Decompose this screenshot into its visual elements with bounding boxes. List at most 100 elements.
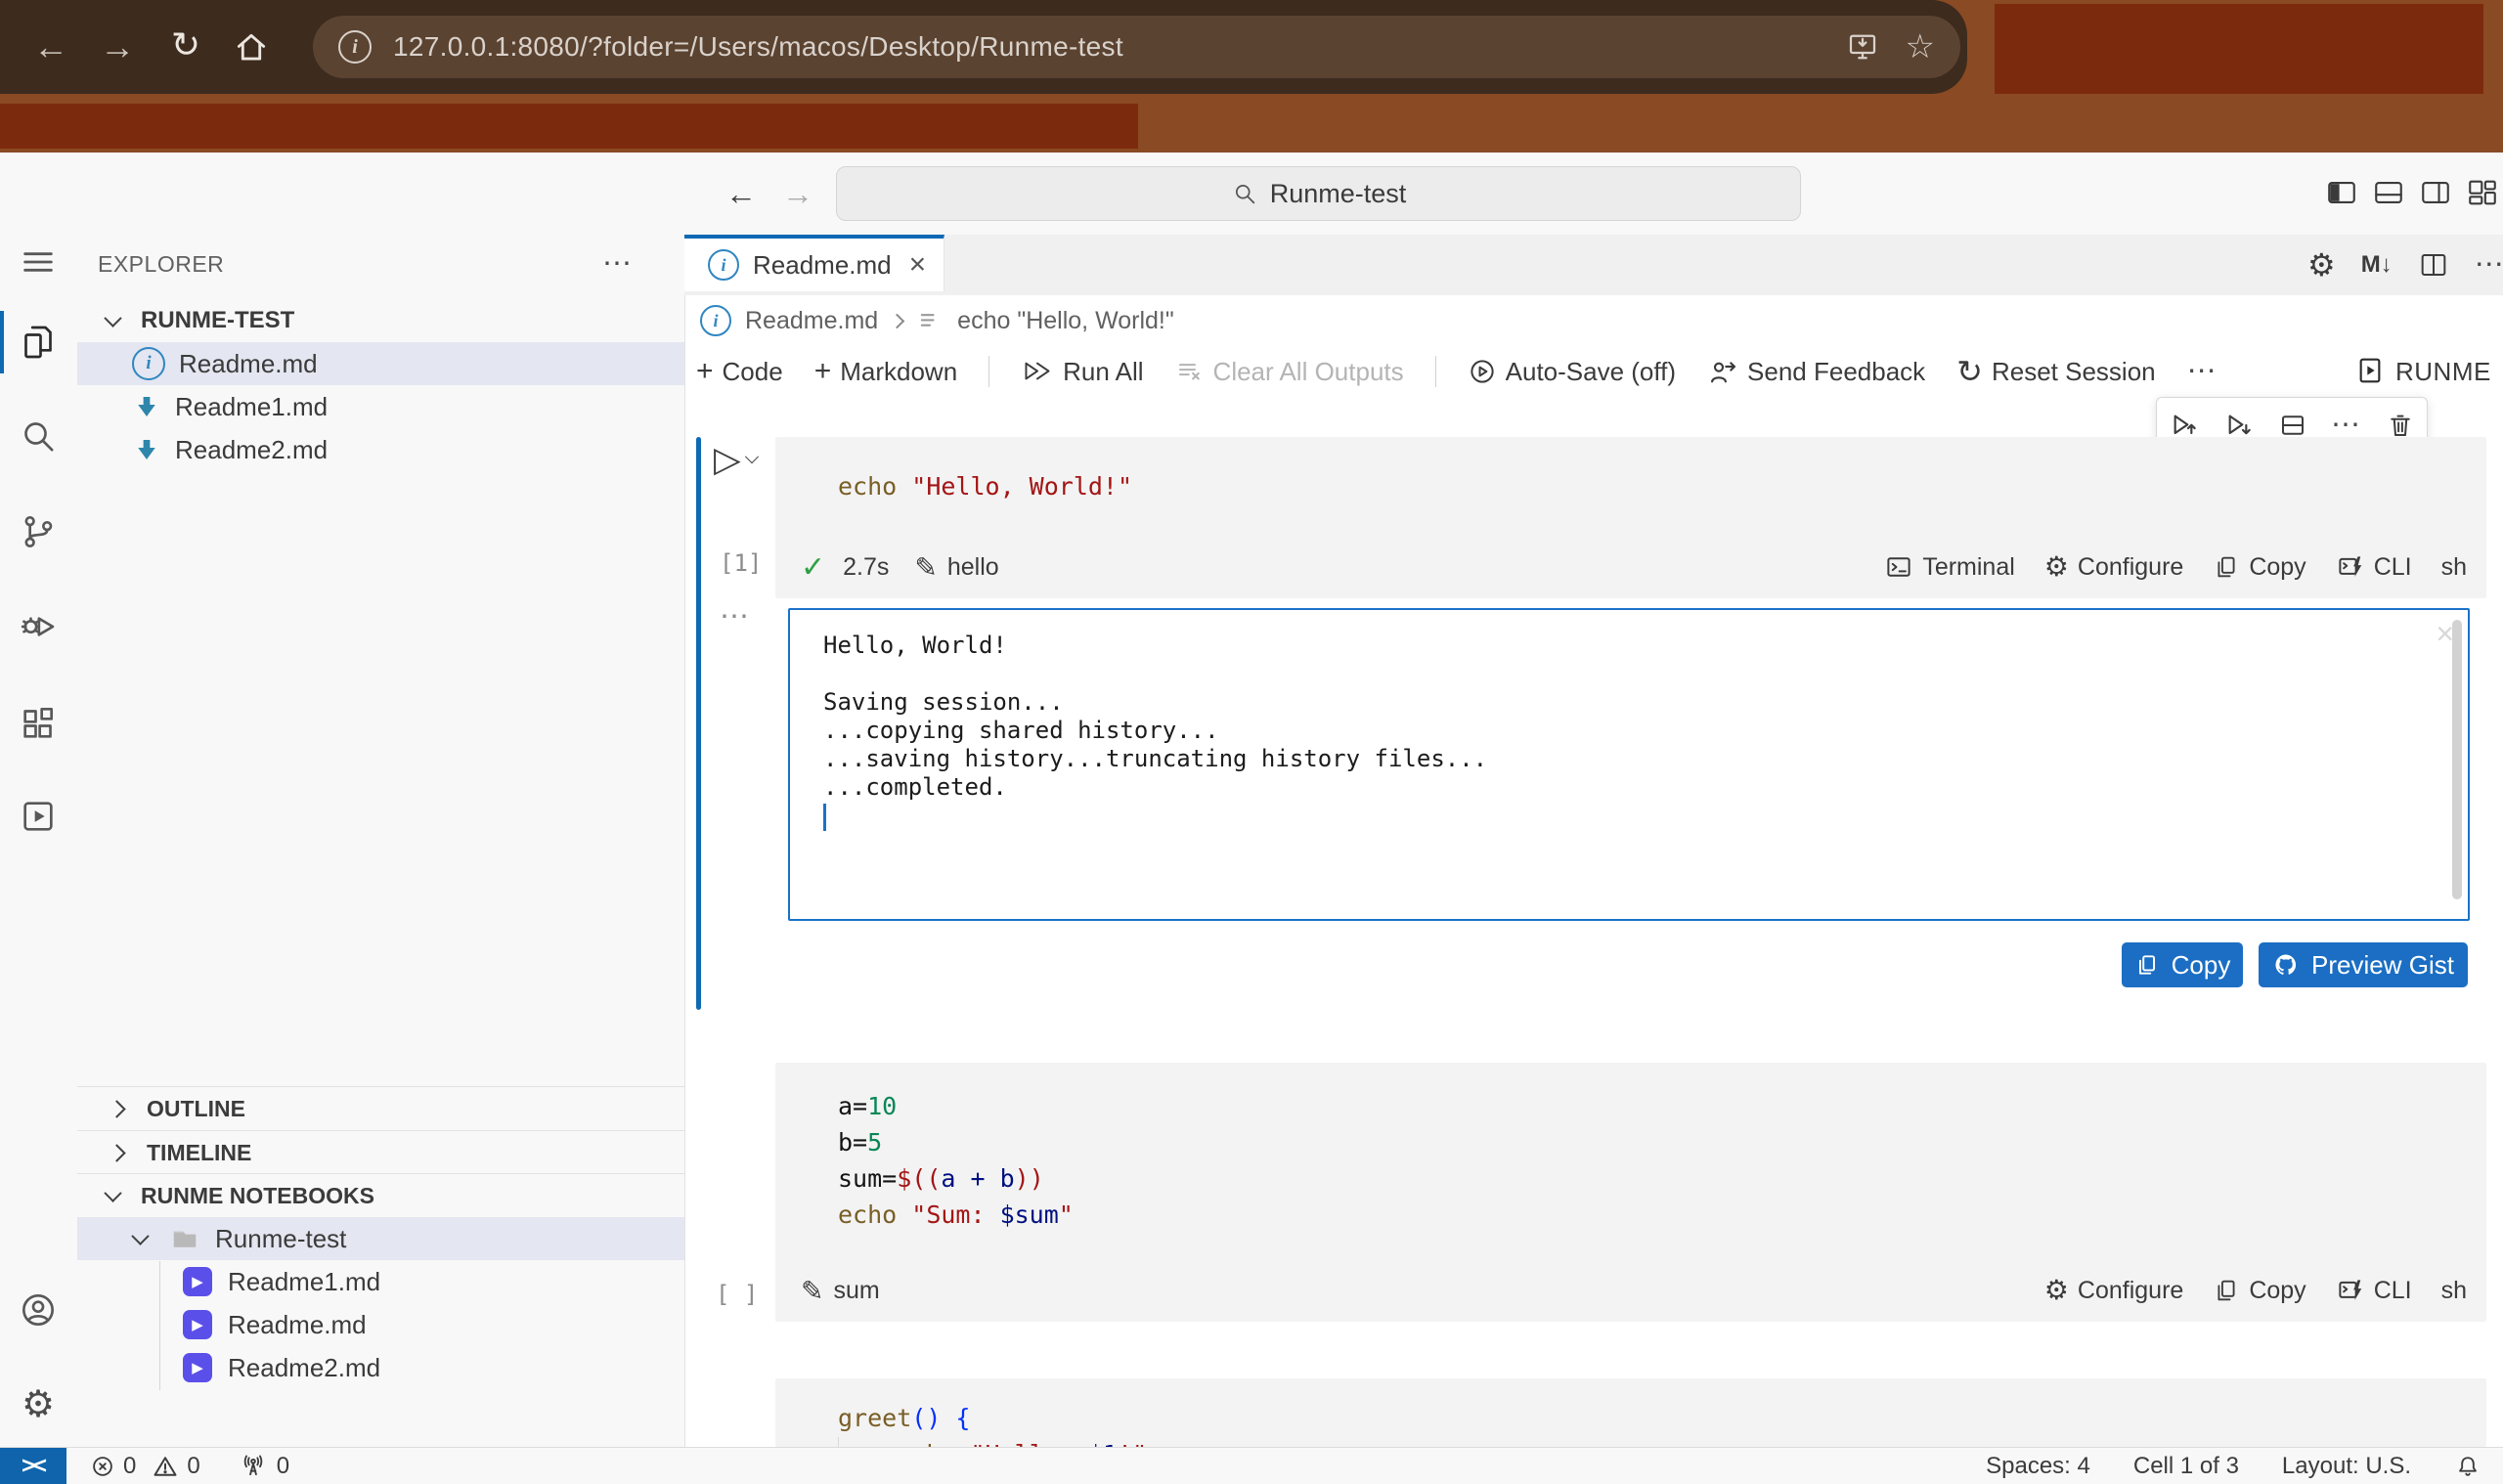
runme-sidebar-icon[interactable] — [19, 797, 58, 836]
explorer-icon[interactable] — [19, 323, 58, 362]
output-line: ...saving history...truncating history f… — [823, 745, 2409, 773]
workspace-root-row[interactable]: RUNME-TEST — [77, 299, 684, 342]
cell-language[interactable]: sh — [2441, 553, 2467, 582]
code-cell-3[interactable]: greet() { echo "Hello, $1!" — [775, 1378, 2486, 1447]
notebook-file-label: Readme2.md — [228, 1353, 380, 1383]
browser-home-button[interactable] — [233, 29, 270, 66]
toggle-panel-icon[interactable] — [2372, 176, 2405, 209]
browser-forward-button[interactable]: → — [96, 25, 139, 68]
breadcrumb-file[interactable]: Readme.md — [745, 307, 878, 335]
copy-action[interactable]: Copy — [2213, 553, 2305, 582]
menu-hamburger-icon[interactable] — [19, 242, 58, 282]
output-line — [823, 660, 2409, 688]
pencil-icon[interactable]: ✎ — [801, 1275, 823, 1307]
output-scrollbar[interactable] — [2452, 620, 2462, 899]
settings-gear-icon[interactable]: ⚙ — [19, 1384, 58, 1423]
notifications-bell-icon[interactable] — [2454, 1453, 2481, 1480]
account-icon[interactable] — [19, 1290, 58, 1330]
split-editor-icon[interactable] — [2418, 249, 2449, 281]
timeline-section-row[interactable]: TIMELINE — [77, 1130, 684, 1174]
copy-output-button[interactable]: Copy — [2122, 942, 2243, 987]
auto-save-button[interactable]: Auto-Save (off) — [1468, 357, 1676, 387]
toggle-sidebar-icon[interactable] — [2325, 176, 2358, 209]
run-cell-button[interactable]: ▷ — [714, 442, 757, 477]
cli-action[interactable]: CLI — [2336, 552, 2412, 582]
runme-notebooks-section-row[interactable]: RUNME NOTEBOOKS — [77, 1173, 684, 1217]
notebook-file-row[interactable]: ▶ Readme2.md — [77, 1346, 684, 1389]
run-debug-icon[interactable] — [19, 607, 58, 646]
file-label: Readme2.md — [175, 435, 328, 465]
tab-close-icon[interactable]: × — [909, 250, 927, 280]
search-sidebar-icon[interactable] — [19, 416, 58, 456]
add-markdown-button[interactable]: +Markdown — [814, 355, 957, 388]
editor-forward-button[interactable]: → — [778, 174, 817, 213]
cell-duration: 2.7s — [843, 553, 889, 582]
indentation-status[interactable]: Spaces: 4 — [1986, 1453, 2090, 1480]
cell-name[interactable]: sum — [833, 1277, 879, 1305]
file-row-readme1[interactable]: Readme1.md — [77, 385, 684, 428]
install-app-icon[interactable] — [1845, 29, 1880, 65]
configure-action[interactable]: ⚙ Configure — [2044, 553, 2184, 582]
source-control-icon[interactable] — [19, 512, 58, 551]
explorer-active-indicator — [0, 311, 4, 373]
gear-icon: ⚙ — [2044, 1277, 2069, 1304]
code-cell-1[interactable]: echo "Hello, World!" ✓ 2.7s ✎ hello Term… — [775, 437, 2486, 598]
delete-cell-icon[interactable] — [2386, 411, 2415, 440]
cell-language[interactable]: sh — [2441, 1277, 2467, 1305]
output-collapse-indicator[interactable]: ⋯ — [720, 602, 751, 632]
add-code-button[interactable]: +Code — [696, 355, 783, 388]
notebook-folder-label: Runme-test — [215, 1224, 346, 1254]
cell-name[interactable]: hello — [947, 553, 999, 582]
cell-position-status[interactable]: Cell 1 of 3 — [2133, 1453, 2239, 1480]
run-all-button[interactable]: Run All — [1021, 357, 1143, 387]
cli-icon — [2336, 552, 2365, 582]
cell-output-terminal[interactable]: Hello, World! Saving session... ...copyi… — [788, 608, 2470, 921]
toggle-secondary-sidebar-icon[interactable] — [2419, 176, 2452, 209]
outline-section-row[interactable]: OUTLINE — [77, 1086, 684, 1130]
info-file-icon: i — [132, 347, 165, 380]
notebook-folder-row[interactable]: Runme-test — [77, 1217, 684, 1260]
browser-reload-button[interactable]: ↻ — [164, 23, 207, 66]
command-center[interactable]: Runme-test — [836, 166, 1801, 221]
remote-indicator[interactable]: >< — [0, 1448, 66, 1484]
more-actions-icon[interactable]: ⋯ — [2475, 250, 2503, 280]
keyboard-layout-status[interactable]: Layout: U.S. — [2282, 1453, 2411, 1480]
notebook-file-row[interactable]: ▶ Readme1.md — [77, 1260, 684, 1303]
url-text[interactable]: 127.0.0.1:8080/?folder=/Users/macos/Desk… — [393, 31, 1123, 63]
explorer-more-actions-icon[interactable]: ⋯ — [602, 249, 634, 279]
ports-indicator[interactable]: 0 — [240, 1453, 289, 1480]
split-cell-icon[interactable] — [2278, 411, 2307, 440]
terminal-icon — [1884, 552, 1913, 582]
runme-logo-icon — [2354, 355, 2386, 388]
site-info-icon[interactable]: i — [338, 30, 372, 64]
reset-session-button[interactable]: ↻ Reset Session — [1956, 356, 2155, 387]
run-options-chevron-icon[interactable] — [745, 450, 759, 463]
breadcrumb-cell[interactable]: echo "Hello, World!" — [957, 307, 1174, 335]
editor-back-button[interactable]: ← — [722, 174, 761, 213]
error-count: 0 — [123, 1453, 136, 1480]
pencil-icon[interactable]: ✎ — [914, 551, 937, 584]
code-cell-2[interactable]: a=10 b=5 sum=$((a + b)) echo "Sum: $sum"… — [775, 1063, 2486, 1322]
tab-readme[interactable]: i Readme.md × — [684, 235, 944, 291]
bookmark-star-icon[interactable]: ☆ — [1906, 30, 1935, 64]
cli-action[interactable]: CLI — [2336, 1276, 2412, 1305]
browser-back-button[interactable]: ← — [29, 25, 72, 68]
problems-indicator[interactable]: 0 0 — [90, 1453, 200, 1480]
customize-layout-icon[interactable] — [2466, 176, 2499, 209]
screen: ← → ↻ i 127.0.0.1:8080/?folder=/Users/ma… — [0, 0, 2503, 1484]
cell-more-icon[interactable]: ⋯ — [2331, 411, 2362, 440]
notebook-file-row[interactable]: ▶ Readme.md — [77, 1303, 684, 1346]
file-row-readme[interactable]: i Readme.md — [77, 342, 684, 385]
configure-action[interactable]: ⚙ Configure — [2044, 1277, 2184, 1305]
notebook-settings-gear-icon[interactable]: ⚙ — [2307, 249, 2336, 281]
terminal-action[interactable]: Terminal — [1884, 552, 2014, 582]
toolbar-more-icon[interactable]: ⋯ — [2187, 357, 2218, 386]
browser-address-bar[interactable]: i 127.0.0.1:8080/?folder=/Users/macos/De… — [313, 16, 1960, 78]
copy-action[interactable]: Copy — [2213, 1277, 2305, 1305]
send-feedback-button[interactable]: Send Feedback — [1707, 357, 1925, 387]
execution-count: [1] — [720, 549, 762, 577]
extensions-icon[interactable] — [19, 704, 58, 743]
preview-gist-button[interactable]: Preview Gist — [2259, 942, 2468, 987]
open-markdown-icon[interactable]: M↓ — [2361, 251, 2393, 279]
file-row-readme2[interactable]: Readme2.md — [77, 428, 684, 471]
